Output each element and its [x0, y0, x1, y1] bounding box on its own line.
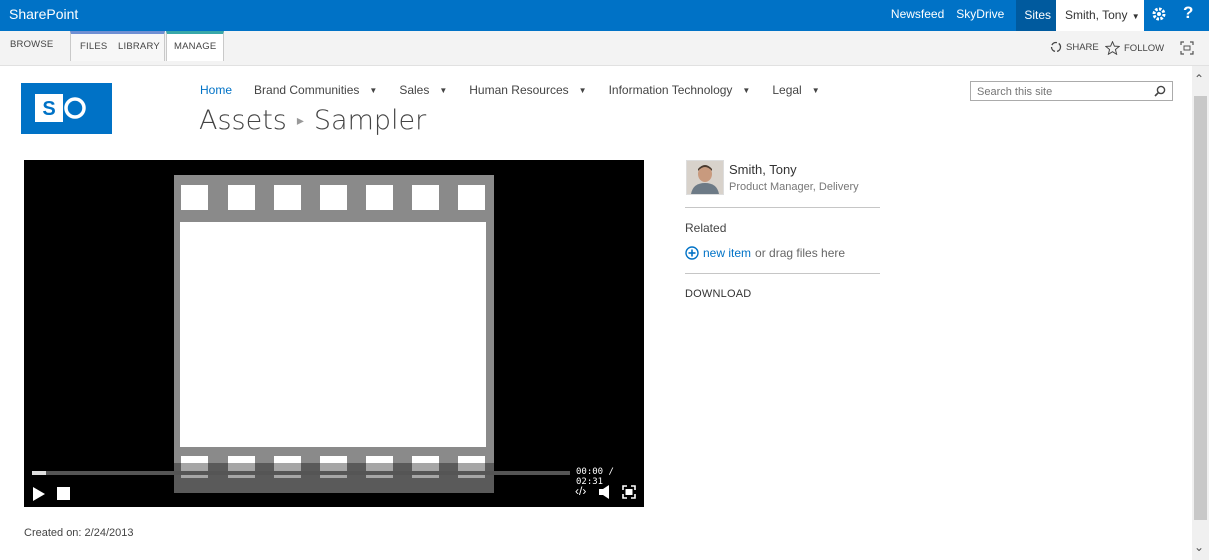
- search-box: [970, 81, 1173, 101]
- nav-human-resources[interactable]: Human Resources ▼: [469, 83, 586, 97]
- caret-down-icon: ▼: [578, 86, 587, 95]
- skydrive-link[interactable]: SkyDrive: [956, 7, 1004, 31]
- chevron-down-icon: ▼: [1129, 12, 1140, 21]
- star-icon: [1105, 41, 1120, 55]
- nav-label: Human Resources: [469, 83, 569, 97]
- user-menu[interactable]: Smith, Tony ▼: [1056, 0, 1144, 31]
- brand-label[interactable]: SharePoint: [9, 6, 78, 22]
- stop-icon[interactable]: [57, 487, 70, 500]
- tab-files[interactable]: FILES: [80, 41, 107, 52]
- sites-link[interactable]: Sites: [1016, 0, 1059, 31]
- nav-legal[interactable]: Legal ▼: [772, 83, 819, 97]
- search-input[interactable]: [971, 83, 1153, 101]
- suite-bar: SharePoint Newsfeed SkyDrive Sites Smith…: [0, 0, 1209, 31]
- follow-button[interactable]: FOLLOW: [1105, 41, 1164, 55]
- nav-information-technology[interactable]: Information Technology ▼: [609, 83, 751, 97]
- share-label: SHARE: [1066, 41, 1099, 53]
- breadcrumb-current: Sampler: [313, 105, 427, 136]
- volume-icon[interactable]: [599, 485, 611, 499]
- breadcrumb-separator-icon: ▸: [296, 113, 304, 129]
- gear-icon[interactable]: [1151, 6, 1167, 22]
- tab-browse[interactable]: BROWSE: [10, 39, 53, 50]
- share-icon: [1050, 41, 1062, 53]
- created-date: Created on: 2/24/2013: [24, 527, 134, 539]
- suite-links: Newsfeed SkyDrive Sites: [891, 0, 1059, 31]
- person-photo-icon: [687, 161, 723, 194]
- caret-down-icon: ▼: [742, 86, 751, 95]
- seek-bar[interactable]: [32, 471, 570, 475]
- related-heading: Related: [685, 221, 727, 235]
- add-circle-icon[interactable]: [685, 246, 699, 260]
- user-name: Smith, Tony: [1065, 8, 1128, 22]
- caret-down-icon: ▼: [439, 86, 448, 95]
- video-player[interactable]: 00:00 / 02:31 ‹/›: [24, 160, 644, 507]
- divider: [685, 207, 880, 208]
- newsfeed-link[interactable]: Newsfeed: [891, 7, 944, 31]
- nav-sales[interactable]: Sales ▼: [399, 83, 447, 97]
- share-button[interactable]: SHARE: [1050, 41, 1099, 53]
- nav-label: Sales: [399, 83, 430, 97]
- nav-home[interactable]: Home: [200, 83, 232, 97]
- caret-down-icon: ▼: [369, 86, 378, 95]
- scrollbar-thumb[interactable]: [1194, 96, 1207, 520]
- sharepoint-logo-icon: S: [35, 94, 86, 122]
- help-icon[interactable]: ?: [1183, 3, 1193, 23]
- person-title: Product Manager, Delivery: [729, 181, 859, 193]
- scroll-down-icon[interactable]: ⌄: [1194, 540, 1204, 554]
- avatar[interactable]: [686, 160, 724, 195]
- new-item-link[interactable]: new item: [703, 246, 751, 260]
- focus-on-content-icon[interactable]: [1180, 41, 1194, 55]
- caret-down-icon: ▼: [811, 86, 820, 95]
- seek-bar-progress: [32, 471, 46, 475]
- drag-files-hint: or drag files here: [755, 246, 846, 260]
- search-icon[interactable]: [1154, 85, 1166, 97]
- tab-manage[interactable]: MANAGE: [174, 41, 216, 52]
- top-navigation: Home Brand Communities ▼ Sales ▼ Human Res…: [200, 83, 842, 97]
- download-link[interactable]: DOWNLOAD: [685, 288, 751, 300]
- svg-text:S: S: [42, 98, 55, 120]
- nav-label: Brand Communities: [254, 83, 360, 97]
- embed-code-icon[interactable]: ‹/›: [575, 484, 586, 498]
- nav-label: Legal: [772, 83, 802, 97]
- site-logo[interactable]: S: [21, 83, 112, 134]
- new-item-row: new item or drag files here: [685, 246, 845, 260]
- follow-label: FOLLOW: [1124, 42, 1165, 54]
- page-title: Assets ▸ Sampler: [199, 105, 426, 136]
- film-placeholder-icon: [174, 175, 494, 493]
- nav-label: Information Technology: [608, 83, 733, 97]
- person-name[interactable]: Smith, Tony: [729, 162, 797, 177]
- ribbon: BROWSE FILES LIBRARY MANAGE SHARE FOLLOW: [0, 31, 1209, 66]
- play-icon[interactable]: [32, 486, 46, 502]
- breadcrumb-parent[interactable]: Assets: [199, 105, 287, 136]
- divider: [685, 273, 880, 274]
- scroll-up-icon[interactable]: ⌃: [1194, 72, 1204, 86]
- nav-brand-communities[interactable]: Brand Communities ▼: [254, 83, 377, 97]
- tab-library[interactable]: LIBRARY: [118, 41, 160, 52]
- fullscreen-icon[interactable]: [622, 485, 636, 499]
